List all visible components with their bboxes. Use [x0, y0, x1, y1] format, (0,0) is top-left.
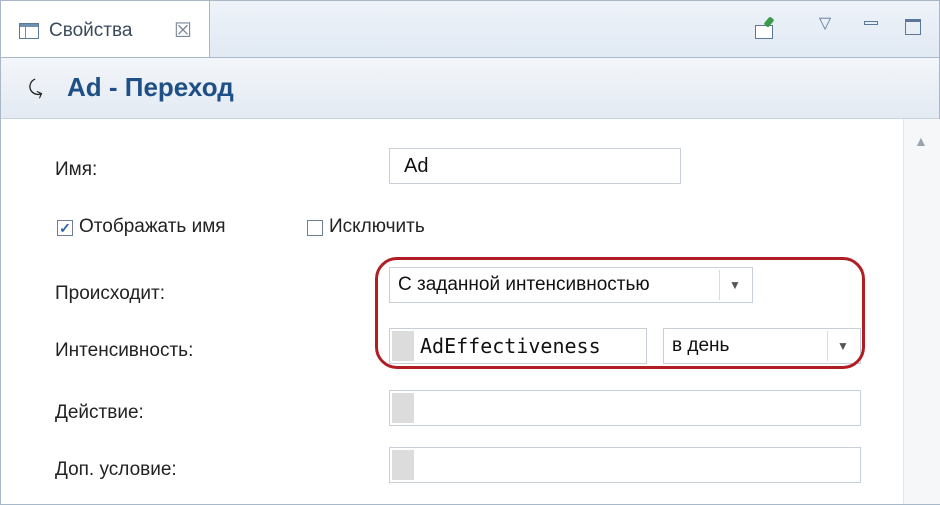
action-label: Действие: [55, 402, 144, 423]
code-gutter [392, 393, 414, 423]
transition-icon: ⤹ [25, 76, 45, 102]
show-name-checkbox[interactable]: ✓ [57, 220, 73, 236]
maximize-icon[interactable] [901, 15, 925, 39]
page-title: Ad - Переход [67, 72, 234, 102]
properties-view: Свойства ☒ ▽ ⤹ Ad - Переход Имя: Ad ✓ От… [0, 0, 940, 505]
exclude-label: Исключить [329, 216, 425, 237]
scroll-up-icon[interactable]: ▲ [914, 133, 928, 149]
tab-strip: Свойства ☒ ▽ [1, 1, 939, 58]
name-label: Имя: [55, 159, 98, 180]
minimize-icon[interactable] [859, 11, 883, 35]
tab-properties[interactable]: Свойства ☒ [1, 1, 210, 57]
vertical-scrollbar[interactable]: ▲ [903, 119, 940, 504]
properties-icon [19, 23, 39, 39]
tab-properties-label: Свойства [49, 20, 133, 41]
name-field[interactable]: Ad [389, 148, 681, 184]
show-name-label: Отображать имя [79, 216, 226, 237]
code-gutter [392, 450, 414, 480]
pin-editor-icon[interactable] [753, 16, 777, 41]
exclude-checkbox[interactable] [307, 220, 323, 236]
guard-label: Доп. условие: [55, 459, 177, 480]
view-menu-icon[interactable]: ▽ [813, 11, 837, 35]
close-icon[interactable]: ☒ [174, 18, 192, 43]
guard-field[interactable] [389, 447, 861, 483]
highlight-annotation [375, 257, 865, 369]
occurs-label: Происходит: [55, 283, 166, 304]
rate-label: Интенсивность: [55, 340, 194, 361]
action-field[interactable] [389, 390, 861, 426]
properties-header: ⤹ Ad - Переход [1, 58, 939, 119]
